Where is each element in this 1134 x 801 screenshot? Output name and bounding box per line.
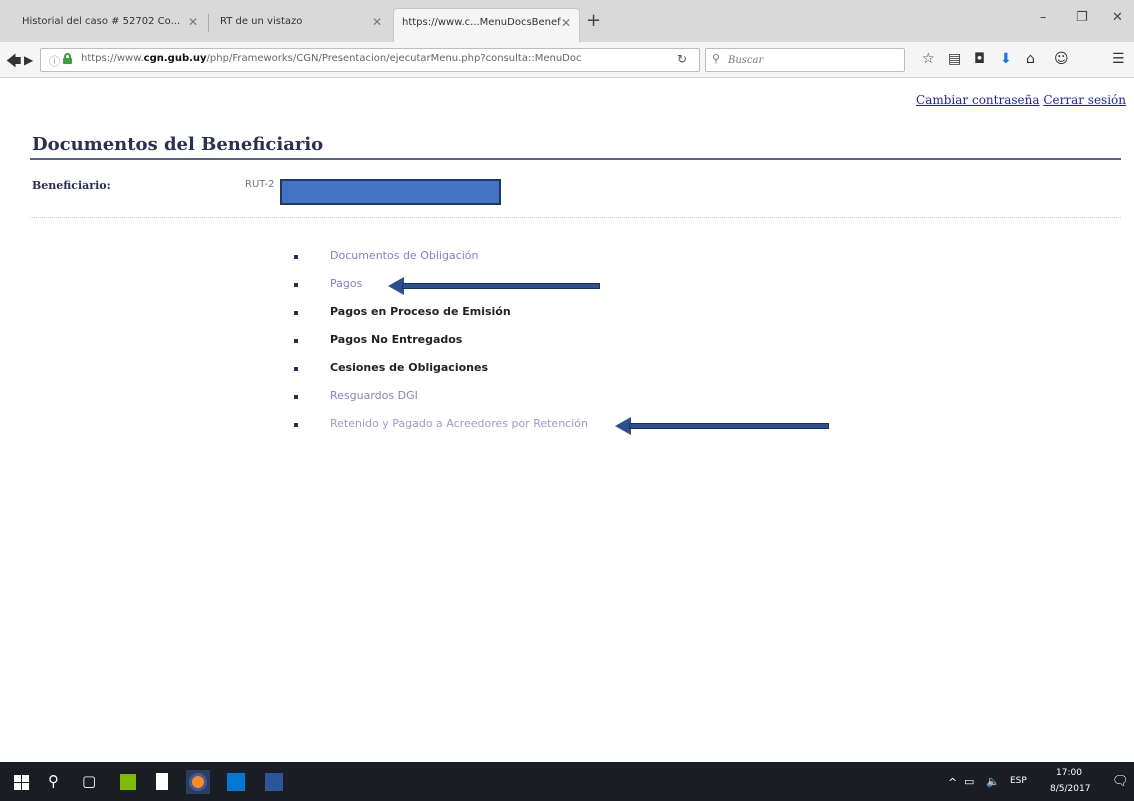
bullet-icon: [294, 423, 298, 427]
tray-chevron-icon[interactable]: ^: [948, 776, 957, 789]
menu-item-pagos-no-entregados[interactable]: Pagos No Entregados: [290, 331, 690, 349]
account-links: Cambiar contraseña Cerrar sesión: [916, 93, 1126, 107]
change-password-link[interactable]: Cambiar contraseña: [916, 93, 1039, 107]
menu-item-pagos-proceso-emision[interactable]: Pagos en Proceso de Emisión: [290, 303, 690, 321]
network-icon[interactable]: ▭: [964, 775, 974, 788]
url-text: https://www.cgn.gub.uy/php/Frameworks/CG…: [81, 53, 582, 64]
bullet-icon: [294, 311, 298, 315]
task-view-icon[interactable]: ▢: [82, 772, 106, 796]
search-input[interactable]: [728, 52, 898, 68]
bullet-icon: [294, 255, 298, 259]
menu-item-label[interactable]: Resguardos DGI: [330, 389, 418, 402]
download-icon[interactable]: ⬇: [1000, 51, 1012, 67]
tab-label: https://www.c...MenuDocsBenef: [402, 17, 561, 28]
section-divider: [30, 217, 1121, 218]
bullet-icon: [294, 283, 298, 287]
menu-item-label: Cesiones de Obligaciones: [330, 361, 488, 374]
notifications-icon[interactable]: 🗨: [1112, 774, 1129, 789]
pocket-icon[interactable]: ◘: [974, 51, 985, 67]
windows-taskbar: ⚲ ▢ ^ ▭ 🔈 ESP 17:00 8/5/2017 🗨: [0, 762, 1134, 801]
back-icon[interactable]: 🡄: [6, 51, 22, 76]
word-icon[interactable]: [262, 770, 286, 794]
tab-label: Historial del caso # 52702 Co...: [22, 16, 181, 27]
browser-toolbar: 🡄 ▶ ⓘ https://www.cgn.gub.uy/php/Framewo…: [0, 42, 1134, 78]
clock-date[interactable]: 8/5/2017: [1050, 784, 1090, 794]
annotation-arrow-retenido: [615, 417, 829, 435]
sync-icon[interactable]: ☺: [1054, 51, 1069, 67]
close-tab-icon[interactable]: ✕: [561, 16, 571, 30]
tab-label: RT de un vistazo: [220, 16, 303, 27]
search-icon: ⚲: [712, 52, 721, 65]
menu-hamburger-icon[interactable]: ☰: [1112, 51, 1125, 67]
beneficiary-label: Beneficiario:: [32, 179, 111, 192]
close-window-icon[interactable]: ✕: [1112, 10, 1123, 25]
close-tab-icon[interactable]: ✕: [188, 15, 198, 29]
reload-icon[interactable]: ↻: [677, 52, 687, 66]
minimize-icon[interactable]: –: [1040, 10, 1047, 25]
new-tab-button[interactable]: +: [586, 10, 601, 31]
clock-time[interactable]: 17:00: [1056, 768, 1082, 778]
page-content: Cambiar contraseña Cerrar sesión Documen…: [0, 79, 1134, 762]
tab-rt-overview[interactable]: RT de un vistazo ✕: [212, 8, 390, 42]
redaction-box: [280, 179, 501, 205]
language-indicator[interactable]: ESP: [1010, 776, 1027, 786]
lock-icon[interactable]: [63, 53, 72, 64]
title-divider: [30, 158, 1121, 160]
annotation-arrow-pagos: [388, 277, 600, 295]
info-icon[interactable]: ⓘ: [49, 53, 60, 69]
browser-tab-strip: Historial del caso # 52702 Co... ✕ RT de…: [0, 0, 1134, 42]
windows-start-icon[interactable]: [10, 770, 34, 794]
beneficiary-value: RUT-2: [245, 179, 275, 190]
forward-icon[interactable]: ▶: [24, 53, 33, 67]
search-bar[interactable]: ⚲: [705, 48, 905, 72]
menu-item-cesiones-obligaciones[interactable]: Cesiones de Obligaciones: [290, 359, 690, 377]
bullet-icon: [294, 395, 298, 399]
menu-item-label[interactable]: Pagos: [330, 277, 362, 290]
menu-item-label[interactable]: Documentos de Obligación: [330, 249, 478, 262]
outlook-icon[interactable]: [224, 770, 248, 794]
close-tab-icon[interactable]: ✕: [372, 15, 382, 29]
bullet-icon: [294, 339, 298, 343]
reading-list-icon[interactable]: ▤: [948, 51, 961, 67]
store-icon[interactable]: [116, 770, 140, 794]
volume-icon[interactable]: 🔈: [986, 775, 1000, 788]
page-title: Documentos del Beneficiario: [32, 134, 324, 155]
bookmark-star-icon[interactable]: ☆: [922, 51, 935, 67]
restore-icon[interactable]: ❐: [1076, 10, 1088, 25]
bullet-icon: [294, 367, 298, 371]
file-explorer-icon[interactable]: [150, 770, 174, 794]
menu-item-documentos-obligacion[interactable]: Documentos de Obligación: [290, 247, 690, 265]
tab-separator: [208, 14, 209, 32]
search-icon[interactable]: ⚲: [48, 772, 72, 796]
tab-menu-docs-benef[interactable]: https://www.c...MenuDocsBenef ✕: [393, 8, 580, 42]
menu-item-label: Pagos en Proceso de Emisión: [330, 305, 511, 318]
address-bar[interactable]: ⓘ https://www.cgn.gub.uy/php/Frameworks/…: [40, 48, 700, 72]
menu-item-label[interactable]: Retenido y Pagado a Acreedores por Reten…: [330, 417, 588, 430]
tab-case-history[interactable]: Historial del caso # 52702 Co... ✕: [14, 8, 206, 42]
menu-item-resguardos-dgi[interactable]: Resguardos DGI: [290, 387, 690, 405]
firefox-icon[interactable]: [186, 770, 210, 794]
home-icon[interactable]: ⌂: [1026, 51, 1035, 67]
menu-item-label: Pagos No Entregados: [330, 333, 463, 346]
logout-link[interactable]: Cerrar sesión: [1043, 93, 1126, 107]
